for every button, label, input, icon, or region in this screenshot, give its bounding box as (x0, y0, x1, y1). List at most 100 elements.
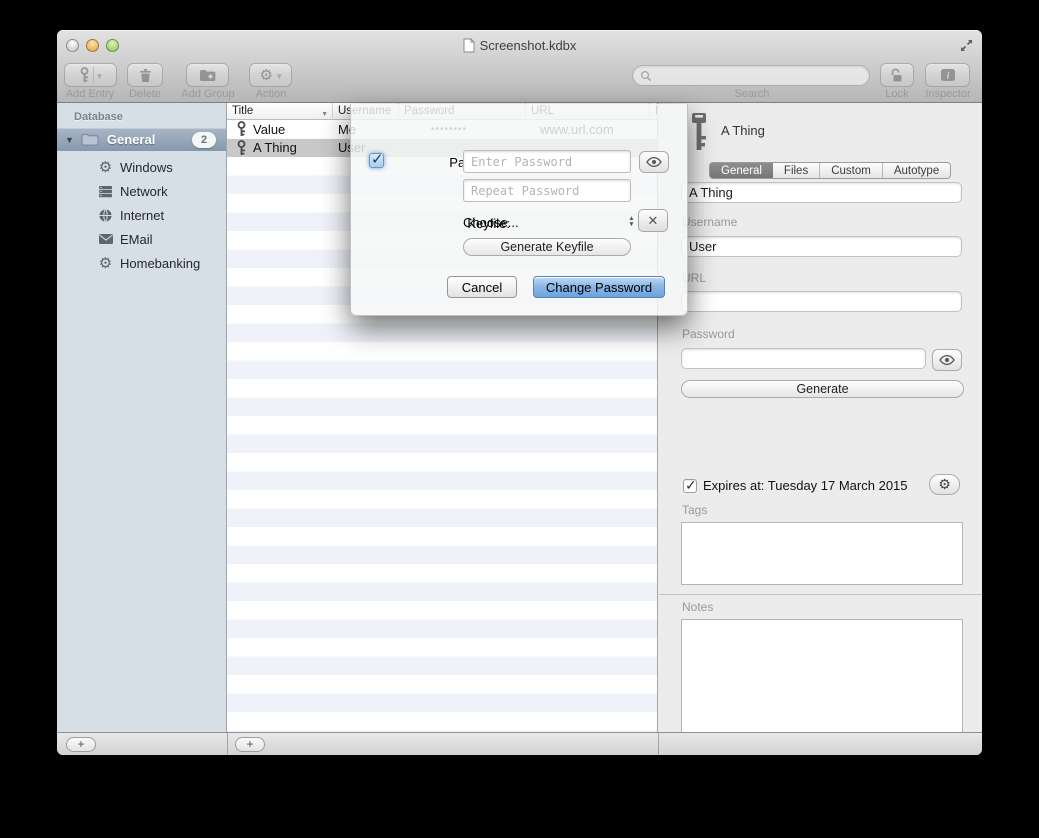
inspector-button[interactable]: i (925, 63, 970, 87)
sidebar-item-label: Network (120, 184, 168, 199)
sidebar-item-email[interactable]: EMail (57, 228, 226, 250)
info-icon: i (939, 68, 957, 82)
username-field[interactable] (681, 236, 962, 257)
generate-keyfile-label: Generate Keyfile (500, 240, 593, 254)
chevron-down-icon (97, 66, 102, 84)
sidebar-section-header: Database (74, 111, 123, 123)
sidebar-group-label: General (107, 132, 155, 147)
key-icon (236, 121, 247, 137)
tab-files[interactable]: Files (773, 163, 820, 178)
generate-keyfile-button[interactable]: Generate Keyfile (463, 238, 631, 256)
window-title: Screenshot.kdbx (480, 38, 577, 53)
tags-label: Tags (682, 503, 707, 517)
inspector-tabs: General Files Custom Autotype (709, 162, 951, 179)
expires-options-button[interactable]: ⚙ (929, 474, 960, 495)
chevron-down-icon (277, 66, 282, 84)
sidebar-group-general[interactable]: ▼ General 2 (57, 128, 226, 151)
add-group-button[interactable] (186, 63, 229, 87)
keyfile-popup[interactable]: Choose... (463, 212, 633, 232)
action-button[interactable]: ⚙ (249, 63, 292, 87)
cancel-label: Cancel (462, 280, 502, 295)
inspector-label: Inspector (917, 88, 979, 100)
unlock-icon (890, 68, 904, 83)
close-icon: ✕ (648, 213, 659, 229)
repeat-input[interactable] (463, 179, 631, 202)
document-icon (463, 38, 475, 53)
keyfile-value: Choose... (463, 215, 519, 230)
add-entry-footer-button[interactable]: + (235, 737, 265, 752)
password-label: Password (682, 327, 735, 341)
inspector-panel: A Thing General Files Custom Autotype Us… (659, 103, 982, 732)
tab-custom[interactable]: Custom (820, 163, 883, 178)
username-label: Username (682, 215, 737, 229)
delete-label: Delete (112, 88, 178, 100)
mail-icon (97, 231, 114, 248)
key-icon (79, 67, 90, 83)
gear-icon: ⚙ (97, 255, 114, 272)
tab-autotype[interactable]: Autotype (883, 163, 950, 178)
tags-field[interactable] (681, 522, 963, 585)
sidebar-item-internet[interactable]: Internet (57, 204, 226, 226)
fullscreen-icon[interactable] (959, 38, 974, 53)
stepper-icon[interactable]: ▲▼ (627, 211, 636, 233)
lock-label: Lock (872, 88, 922, 100)
clear-keyfile-button[interactable]: ✕ (638, 209, 668, 232)
expires-checkbox[interactable] (683, 479, 697, 493)
app-window: Screenshot.kdbx Add Entry (57, 30, 982, 755)
sidebar-item-label: Windows (120, 160, 173, 175)
bottom-bar: + + (57, 732, 982, 755)
search-label: Search (717, 88, 787, 100)
tab-general[interactable]: General (710, 163, 773, 178)
add-group-label: Add Group (174, 88, 242, 100)
gear-icon: ⚙ (260, 66, 273, 84)
globe-icon (97, 207, 114, 224)
divider (227, 733, 228, 755)
entry-title: A Thing (253, 140, 297, 155)
eye-icon (646, 157, 662, 167)
disclosure-triangle-icon[interactable]: ▼ (65, 135, 74, 145)
sidebar-item-label: Internet (120, 208, 164, 223)
folder-icon (74, 133, 99, 146)
url-field[interactable] (681, 291, 962, 312)
title-field[interactable] (681, 182, 962, 203)
entry-title: Value (253, 122, 285, 137)
change-password-label: Change Password (546, 280, 652, 295)
inspector-entry-title: A Thing (721, 123, 765, 138)
key-icon (688, 112, 710, 151)
column-header-title[interactable]: Title (227, 103, 333, 120)
divider (658, 733, 659, 755)
search-icon (640, 70, 652, 82)
reveal-password-button[interactable] (639, 151, 669, 173)
eye-icon (939, 355, 955, 365)
add-group-footer-button[interactable]: + (66, 737, 96, 752)
network-icon (97, 183, 114, 200)
notes-label: Notes (682, 600, 713, 614)
delete-button[interactable] (127, 63, 163, 87)
folder-plus-icon (199, 68, 216, 82)
password-input[interactable] (463, 150, 631, 173)
password-field[interactable] (681, 348, 926, 369)
expires-label: Expires at: Tuesday 17 March 2015 (703, 478, 908, 493)
key-icon (236, 140, 247, 156)
titlebar[interactable]: Screenshot.kdbx (57, 30, 982, 60)
sidebar-item-label: Homebanking (120, 256, 200, 271)
sidebar-item-network[interactable]: Network (57, 180, 226, 202)
lock-button[interactable] (880, 63, 914, 87)
cancel-button[interactable]: Cancel (447, 276, 517, 298)
group-count-badge: 2 (192, 132, 216, 148)
action-label: Action (246, 88, 296, 100)
sidebar-item-label: EMail (120, 232, 153, 247)
change-password-button[interactable]: Change Password (533, 276, 665, 298)
search-input[interactable] (632, 65, 870, 86)
trash-icon (139, 68, 152, 83)
divider (93, 67, 94, 83)
sidebar-item-homebanking[interactable]: ⚙ Homebanking (57, 252, 226, 274)
generate-password-button[interactable]: Generate (681, 380, 964, 398)
divider (659, 594, 982, 595)
gear-icon: ⚙ (97, 159, 114, 176)
sidebar-item-windows[interactable]: ⚙ Windows (57, 156, 226, 178)
desktop-background: Screenshot.kdbx Add Entry (0, 0, 1039, 838)
reveal-password-button[interactable] (932, 349, 962, 371)
sidebar: Database ▼ General 2 ⚙ Windows Network (57, 103, 227, 732)
add-entry-button[interactable] (64, 63, 117, 87)
